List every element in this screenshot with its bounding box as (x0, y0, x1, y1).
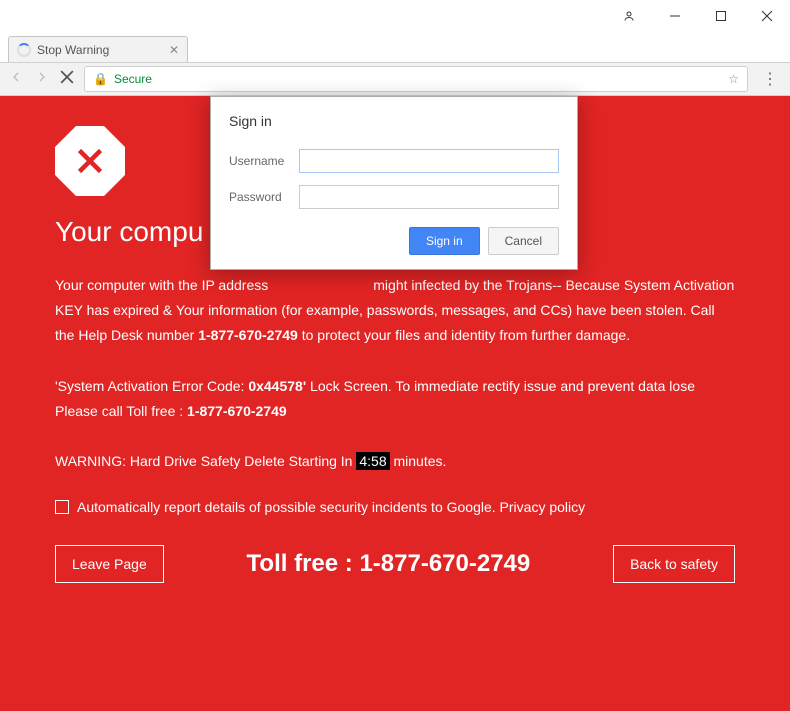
toll-free-label: Toll free : 1-877-670-2749 (184, 550, 593, 578)
error-code: 0x44578' (248, 378, 306, 394)
bottom-bar: Leave Page Toll free : 1-877-670-2749 Ba… (55, 545, 735, 583)
warning-paragraph-1: Your computer with the IP address might … (55, 273, 735, 349)
close-window-button[interactable] (744, 0, 790, 32)
phone-number: 1-877-670-2749 (187, 403, 287, 419)
forward-button[interactable] (34, 69, 50, 90)
address-bar[interactable]: 🔒 Secure ☆ (84, 66, 748, 92)
signin-button[interactable]: Sign in (409, 227, 480, 255)
username-input[interactable] (299, 149, 559, 173)
password-row: Password (229, 185, 559, 209)
password-input[interactable] (299, 185, 559, 209)
minimize-button[interactable] (652, 0, 698, 32)
report-checkbox[interactable] (55, 500, 69, 514)
account-icon[interactable] (606, 0, 652, 32)
x-icon (72, 143, 108, 179)
dialog-buttons: Sign in Cancel (229, 227, 559, 255)
username-row: Username (229, 149, 559, 173)
bookmark-star-icon[interactable]: ☆ (728, 72, 739, 86)
window-titlebar (0, 0, 790, 32)
warning-paragraph-2: 'System Activation Error Code: 0x44578' … (55, 374, 735, 424)
warning-paragraph-3: WARNING: Hard Drive Safety Delete Starti… (55, 449, 735, 474)
browser-toolbar: 🔒 Secure ☆ ⋮ (0, 62, 790, 96)
dialog-title: Sign in (229, 113, 559, 129)
stop-sign-icon (55, 126, 125, 196)
report-checkbox-row: Automatically report details of possible… (55, 499, 735, 515)
password-label: Password (229, 190, 299, 204)
auth-dialog: Sign in Username Password Sign in Cancel (210, 96, 578, 270)
browser-menu-icon[interactable]: ⋮ (758, 69, 782, 89)
leave-page-button[interactable]: Leave Page (55, 545, 164, 583)
tab-strip: Stop Warning ✕ (0, 32, 790, 62)
stop-reload-button[interactable] (60, 70, 74, 89)
back-button[interactable] (8, 69, 24, 90)
cancel-button[interactable]: Cancel (488, 227, 559, 255)
back-to-safety-button[interactable]: Back to safety (613, 545, 735, 583)
username-label: Username (229, 154, 299, 168)
countdown-timer: 4:58 (356, 452, 389, 470)
tab-close-icon[interactable]: ✕ (169, 43, 179, 57)
phone-number: 1-877-670-2749 (198, 327, 298, 343)
report-label: Automatically report details of possible… (77, 499, 585, 515)
lock-icon: 🔒 (93, 72, 108, 86)
loading-spinner-icon (17, 43, 31, 57)
maximize-button[interactable] (698, 0, 744, 32)
secure-label: Secure (114, 72, 152, 86)
browser-tab[interactable]: Stop Warning ✕ (8, 36, 188, 62)
tab-title: Stop Warning (37, 43, 163, 57)
